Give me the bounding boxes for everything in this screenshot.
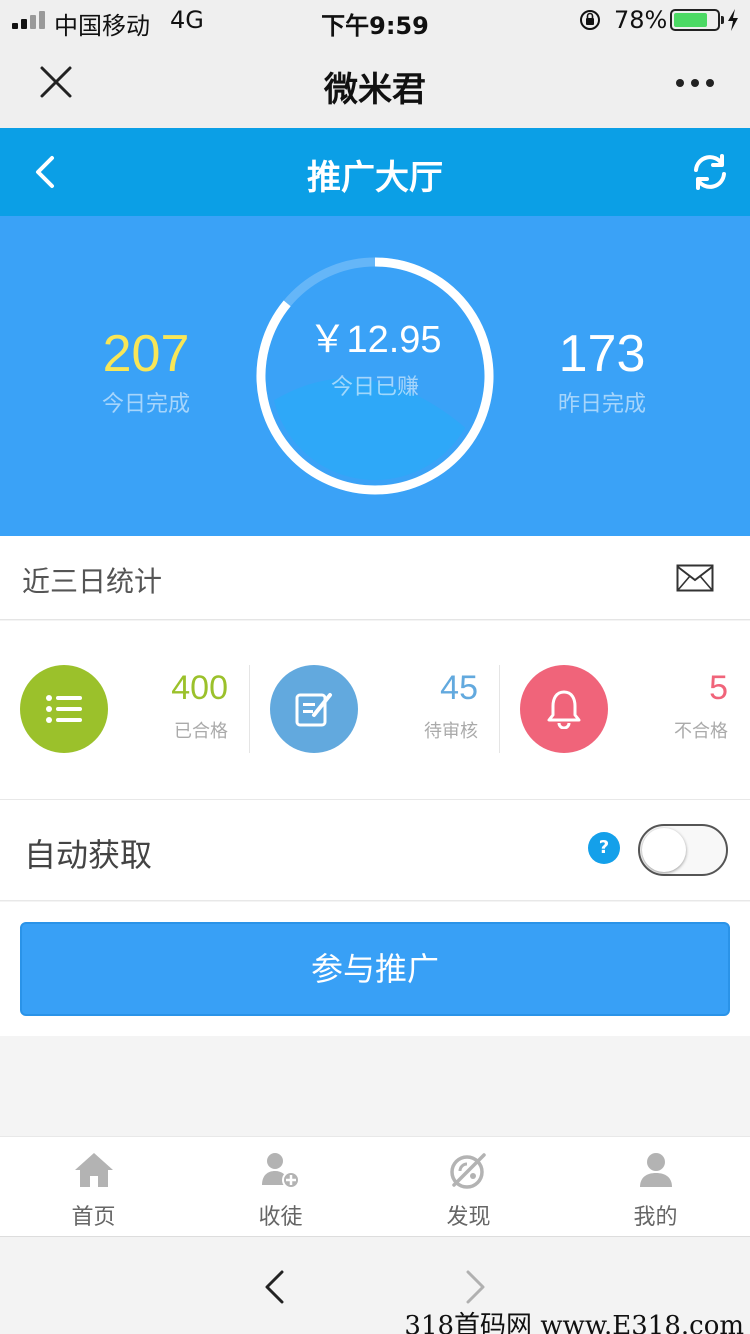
rejected-count: 5 <box>709 669 728 707</box>
qualified-label: 已合格 <box>174 721 228 742</box>
tab-label: 发现 <box>446 1205 491 1230</box>
tab-label: 我的 <box>633 1205 678 1230</box>
more-icon[interactable] <box>670 66 720 100</box>
earnings-label: 今日已赚 <box>330 375 419 400</box>
app-header: 推广大厅 <box>0 128 750 216</box>
pending-count: 45 <box>440 669 478 707</box>
join-promotion-button[interactable]: 参与推广 <box>20 922 730 1016</box>
earnings-amount: ￥12.95 <box>308 319 442 361</box>
section-title: 近三日统计 <box>22 565 163 598</box>
page-title: 推广大厅 <box>307 158 443 198</box>
tab-discover[interactable]: 发现 <box>375 1137 562 1237</box>
today-count: 207 <box>102 325 190 383</box>
wechat-title: 微米君 <box>324 70 426 110</box>
auto-fetch-toggle[interactable] <box>638 824 728 876</box>
today-label: 今日完成 <box>101 392 190 417</box>
auto-fetch-label: 自动获取 <box>24 836 153 874</box>
help-icon[interactable]: ? <box>588 832 620 864</box>
stat-rejected[interactable]: 5 不合格 <box>500 621 750 799</box>
yesterday-completed: 173 昨日完成 <box>502 324 702 418</box>
bell-icon <box>520 665 608 753</box>
pending-label: 待审核 <box>424 721 478 742</box>
tab-bar: 首页 收徒 发现 我的 <box>0 1136 750 1236</box>
browser-nav-bar: 318首码网 www.E318.com <box>0 1236 750 1334</box>
profile-icon <box>640 1153 672 1187</box>
discover-icon <box>450 1153 486 1189</box>
home-icon <box>75 1153 113 1187</box>
rotation-lock-icon <box>580 10 600 30</box>
stat-pending[interactable]: 45 待审核 <box>250 621 500 799</box>
refresh-icon[interactable] <box>688 150 732 194</box>
rejected-label: 不合格 <box>674 721 728 742</box>
today-completed: 207 今日完成 <box>46 324 246 418</box>
add-user-icon <box>262 1153 300 1189</box>
tab-label: 收徒 <box>258 1205 303 1230</box>
cta-container: 参与推广 <box>0 902 750 1036</box>
charging-icon <box>728 9 738 31</box>
wechat-title-bar: 微米君 <box>0 40 750 128</box>
toggle-knob <box>642 828 686 872</box>
forward-arrow-icon[interactable] <box>464 1269 488 1305</box>
yesterday-count: 173 <box>558 325 646 383</box>
status-bar: 中国移动 4G 下午9:59 78% <box>0 0 750 40</box>
today-earnings: ￥12.95 今日已赚 <box>255 308 495 401</box>
three-day-stats: 400 已合格 45 待审核 5 不合格 <box>0 621 750 799</box>
auto-fetch-row: 自动获取 ? <box>0 799 750 901</box>
tab-label: 首页 <box>71 1205 116 1230</box>
tab-profile[interactable]: 我的 <box>562 1137 749 1237</box>
list-icon <box>20 665 108 753</box>
stats-section-header: 近三日统计 <box>0 536 750 620</box>
yesterday-label: 昨日完成 <box>557 392 646 417</box>
stat-qualified[interactable]: 400 已合格 <box>0 621 250 799</box>
back-arrow-icon[interactable] <box>262 1269 286 1305</box>
tab-home[interactable]: 首页 <box>0 1137 187 1237</box>
battery-percent: 78% <box>614 6 668 34</box>
edit-icon <box>270 665 358 753</box>
mail-icon[interactable] <box>676 564 714 592</box>
earnings-hero: 207 今日完成 ￥12.95 今日已赚 173 昨日完成 <box>0 216 750 536</box>
tab-recruit[interactable]: 收徒 <box>187 1137 374 1237</box>
qualified-count: 400 <box>171 669 228 707</box>
watermark-text: 318首码网 www.E318.com <box>404 1311 744 1334</box>
battery-icon <box>670 9 724 31</box>
